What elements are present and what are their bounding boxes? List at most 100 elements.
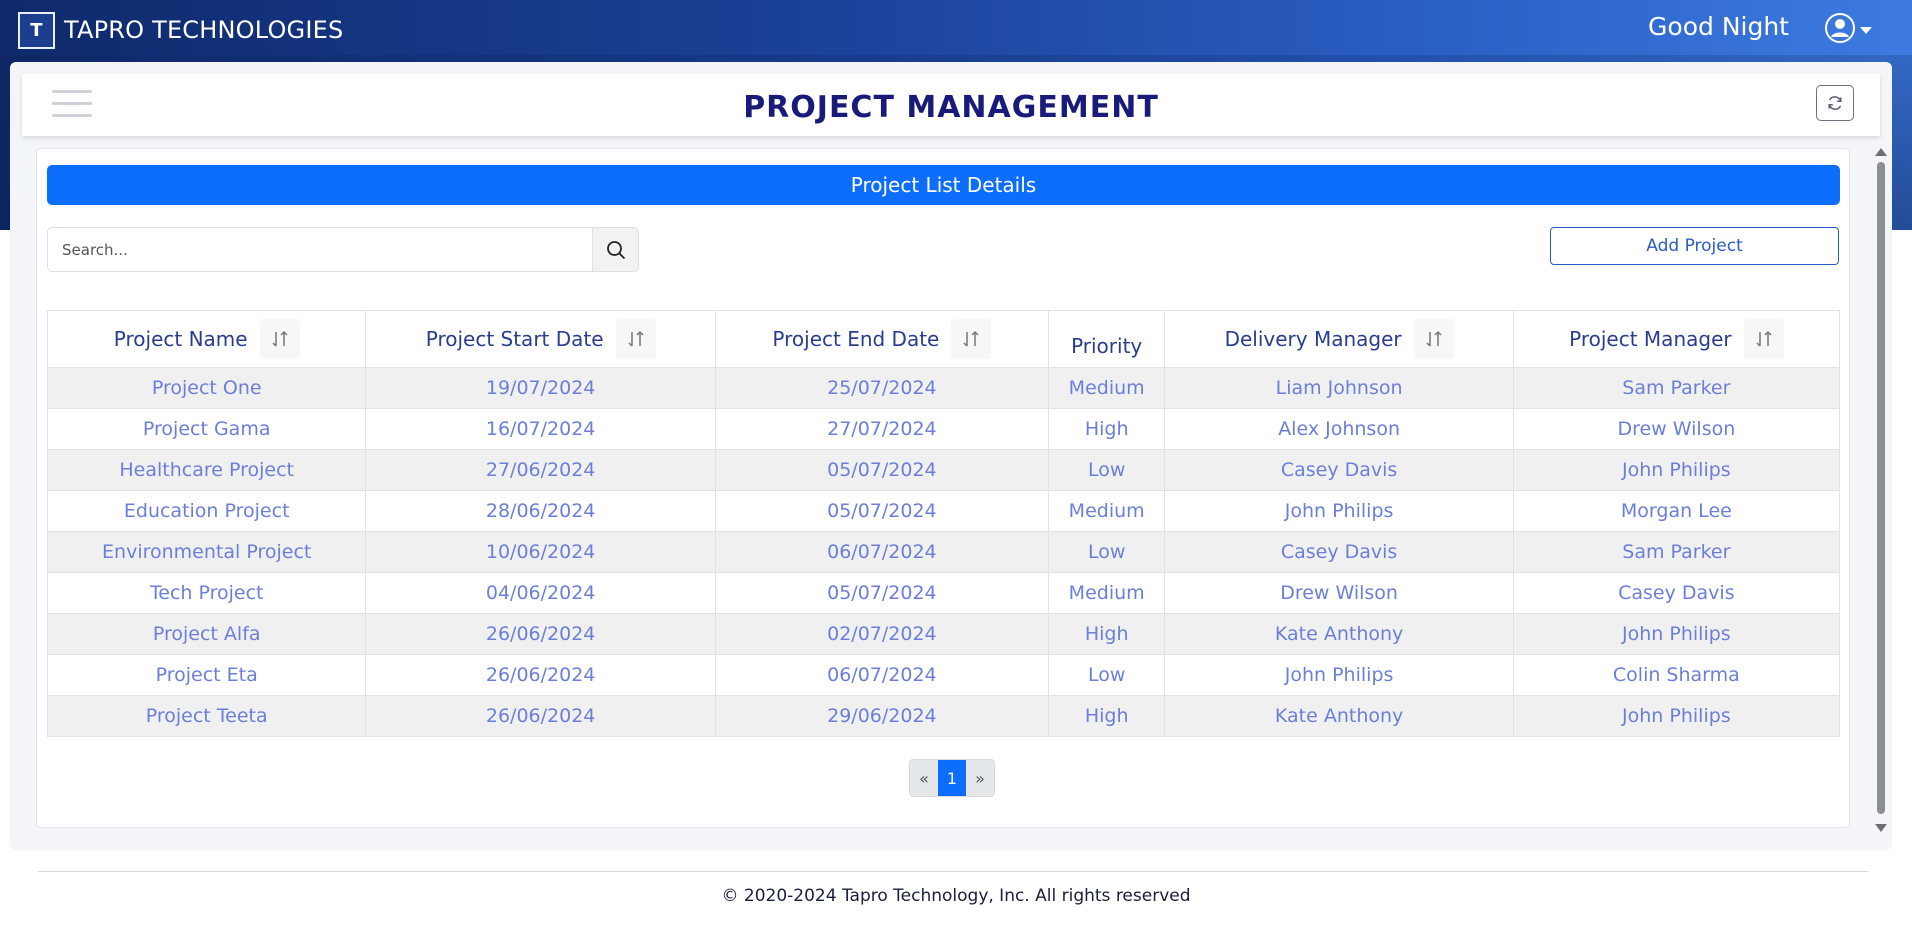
scroll-down-arrow-icon[interactable] — [1875, 824, 1887, 832]
table-row[interactable]: Project Eta 26/06/2024 06/07/2024 Low John P… — [46, 654, 1841, 696]
table-cell: 28/06/2024 — [365, 490, 716, 532]
table-cell: Project Eta — [46, 654, 367, 696]
table-cell: Casey Davis — [1164, 449, 1514, 491]
table-cell: 27/06/2024 — [365, 449, 716, 491]
table-cell: Drew Wilson — [1164, 572, 1514, 614]
scrollbar-thumb[interactable] — [1877, 162, 1885, 814]
column-header-label: Priority — [1071, 334, 1143, 358]
refresh-button[interactable] — [1816, 85, 1854, 121]
table-cell: Project Teeta — [46, 695, 367, 737]
table-row[interactable]: Project One 19/07/2024 25/07/2024 Medium Lia… — [46, 367, 1841, 409]
table-row[interactable]: Project Gama 16/07/2024 27/07/2024 High Alex… — [46, 408, 1841, 450]
column-header[interactable]: Project Start Date — [365, 310, 716, 368]
section-title: Project List Details — [47, 165, 1840, 205]
pagination-prev-button[interactable]: « — [910, 760, 938, 796]
sort-icon[interactable] — [615, 319, 656, 359]
user-menu[interactable] — [1824, 12, 1872, 48]
sort-icon[interactable] — [1413, 319, 1454, 359]
greeting-text: Good Night — [1648, 12, 1789, 41]
search-input[interactable] — [48, 228, 592, 271]
search-group — [47, 227, 639, 272]
table-row[interactable]: Healthcare Project 27/06/2024 05/07/2024 Lo… — [46, 449, 1841, 491]
sort-icon[interactable] — [1743, 319, 1784, 359]
main-panel: PROJECT MANAGEMENT Project List Details … — [10, 62, 1892, 850]
brand[interactable]: T TAPRO TECHNOLOGIES — [18, 11, 344, 49]
table-cell: 26/06/2024 — [365, 613, 716, 655]
table-cell: Medium — [1047, 572, 1166, 614]
page-title: PROJECT MANAGEMENT — [743, 90, 1159, 125]
table-cell: Casey Davis — [1512, 572, 1841, 614]
column-header: Priority — [1047, 310, 1166, 368]
table-cell: High — [1047, 695, 1166, 737]
table-cell: John Philips — [1164, 490, 1514, 532]
column-header[interactable]: Project Manager — [1512, 310, 1841, 368]
table-cell: 05/07/2024 — [714, 490, 1049, 532]
table-row[interactable]: Environmental Project 10/06/2024 06/07/202… — [46, 531, 1841, 573]
pagination-next-button[interactable]: » — [966, 760, 994, 796]
table-row[interactable]: Tech Project 04/06/2024 05/07/2024 Medium Dr… — [46, 572, 1841, 614]
table-cell: Sam Parker — [1512, 367, 1841, 409]
table-cell: 10/06/2024 — [365, 531, 716, 573]
table-row[interactable]: Project Alfa 26/06/2024 02/07/2024 High Kate… — [46, 613, 1841, 655]
title-card: PROJECT MANAGEMENT — [22, 74, 1880, 136]
table-cell: John Philips — [1164, 654, 1514, 696]
table-cell: Kate Anthony — [1164, 695, 1514, 737]
table-cell: 04/06/2024 — [365, 572, 716, 614]
table-cell: High — [1047, 408, 1166, 450]
table-cell: Low — [1047, 449, 1166, 491]
column-header-label: Project Manager — [1569, 327, 1732, 351]
brand-name: TAPRO TECHNOLOGIES — [64, 16, 344, 44]
search-icon — [606, 240, 625, 259]
column-header[interactable]: Project Name — [46, 310, 367, 368]
scrollbar[interactable] — [1874, 146, 1888, 834]
column-header-label: Project Start Date — [425, 327, 604, 351]
table-cell: Sam Parker — [1512, 531, 1841, 573]
table-cell: 06/07/2024 — [714, 531, 1049, 573]
table-cell: Healthcare Project — [46, 449, 367, 491]
table-row[interactable]: Education Project 28/06/2024 05/07/2024 Med… — [46, 490, 1841, 532]
table-body: Project One 19/07/2024 25/07/2024 Medium Lia… — [46, 367, 1841, 737]
table-cell: Casey Davis — [1164, 531, 1514, 573]
table-cell: Low — [1047, 531, 1166, 573]
table-cell: John Philips — [1512, 695, 1841, 737]
project-list-card: Project List Details Add Project Project… — [36, 148, 1850, 828]
table-cell: Medium — [1047, 367, 1166, 409]
column-header-label: Delivery Manager — [1224, 327, 1402, 351]
table-cell: 26/06/2024 — [365, 695, 716, 737]
table-cell: Environmental Project — [46, 531, 367, 573]
table-cell: 27/07/2024 — [714, 408, 1049, 450]
sort-icon[interactable] — [259, 319, 300, 359]
table-cell: 06/07/2024 — [714, 654, 1049, 696]
table-cell: Low — [1047, 654, 1166, 696]
footer-divider — [38, 871, 1868, 872]
search-button[interactable] — [592, 228, 638, 271]
table-row[interactable]: Project Teeta 26/06/2024 29/06/2024 High Kat… — [46, 695, 1841, 737]
column-header-label: Project End Date — [772, 327, 940, 351]
chevron-down-icon — [1860, 26, 1872, 34]
table-cell: 29/06/2024 — [714, 695, 1049, 737]
scroll-up-arrow-icon[interactable] — [1875, 148, 1887, 156]
table-cell: 25/07/2024 — [714, 367, 1049, 409]
user-avatar-icon — [1824, 12, 1856, 48]
table-cell: Kate Anthony — [1164, 613, 1514, 655]
column-header[interactable]: Project End Date — [714, 310, 1049, 368]
column-header[interactable]: Delivery Manager — [1164, 310, 1514, 368]
column-header-label: Project Name — [113, 327, 248, 351]
pagination-page-button[interactable]: 1 — [938, 760, 966, 796]
add-project-button[interactable]: Add Project — [1550, 227, 1839, 265]
table-cell: Colin Sharma — [1512, 654, 1841, 696]
table-cell: 16/07/2024 — [365, 408, 716, 450]
sort-icon[interactable] — [951, 319, 992, 359]
table-cell: 26/06/2024 — [365, 654, 716, 696]
table-cell: Liam Johnson — [1164, 367, 1514, 409]
table-cell: 19/07/2024 — [365, 367, 716, 409]
table-cell: Alex Johnson — [1164, 408, 1514, 450]
table-cell: Medium — [1047, 490, 1166, 532]
table-cell: Tech Project — [46, 572, 367, 614]
table-cell: 05/07/2024 — [714, 449, 1049, 491]
table-cell: 02/07/2024 — [714, 613, 1049, 655]
table-cell: Morgan Lee — [1512, 490, 1841, 532]
table-cell: High — [1047, 613, 1166, 655]
table-cell: Drew Wilson — [1512, 408, 1841, 450]
project-table: Project Name Project Start Date Project En… — [46, 310, 1841, 737]
